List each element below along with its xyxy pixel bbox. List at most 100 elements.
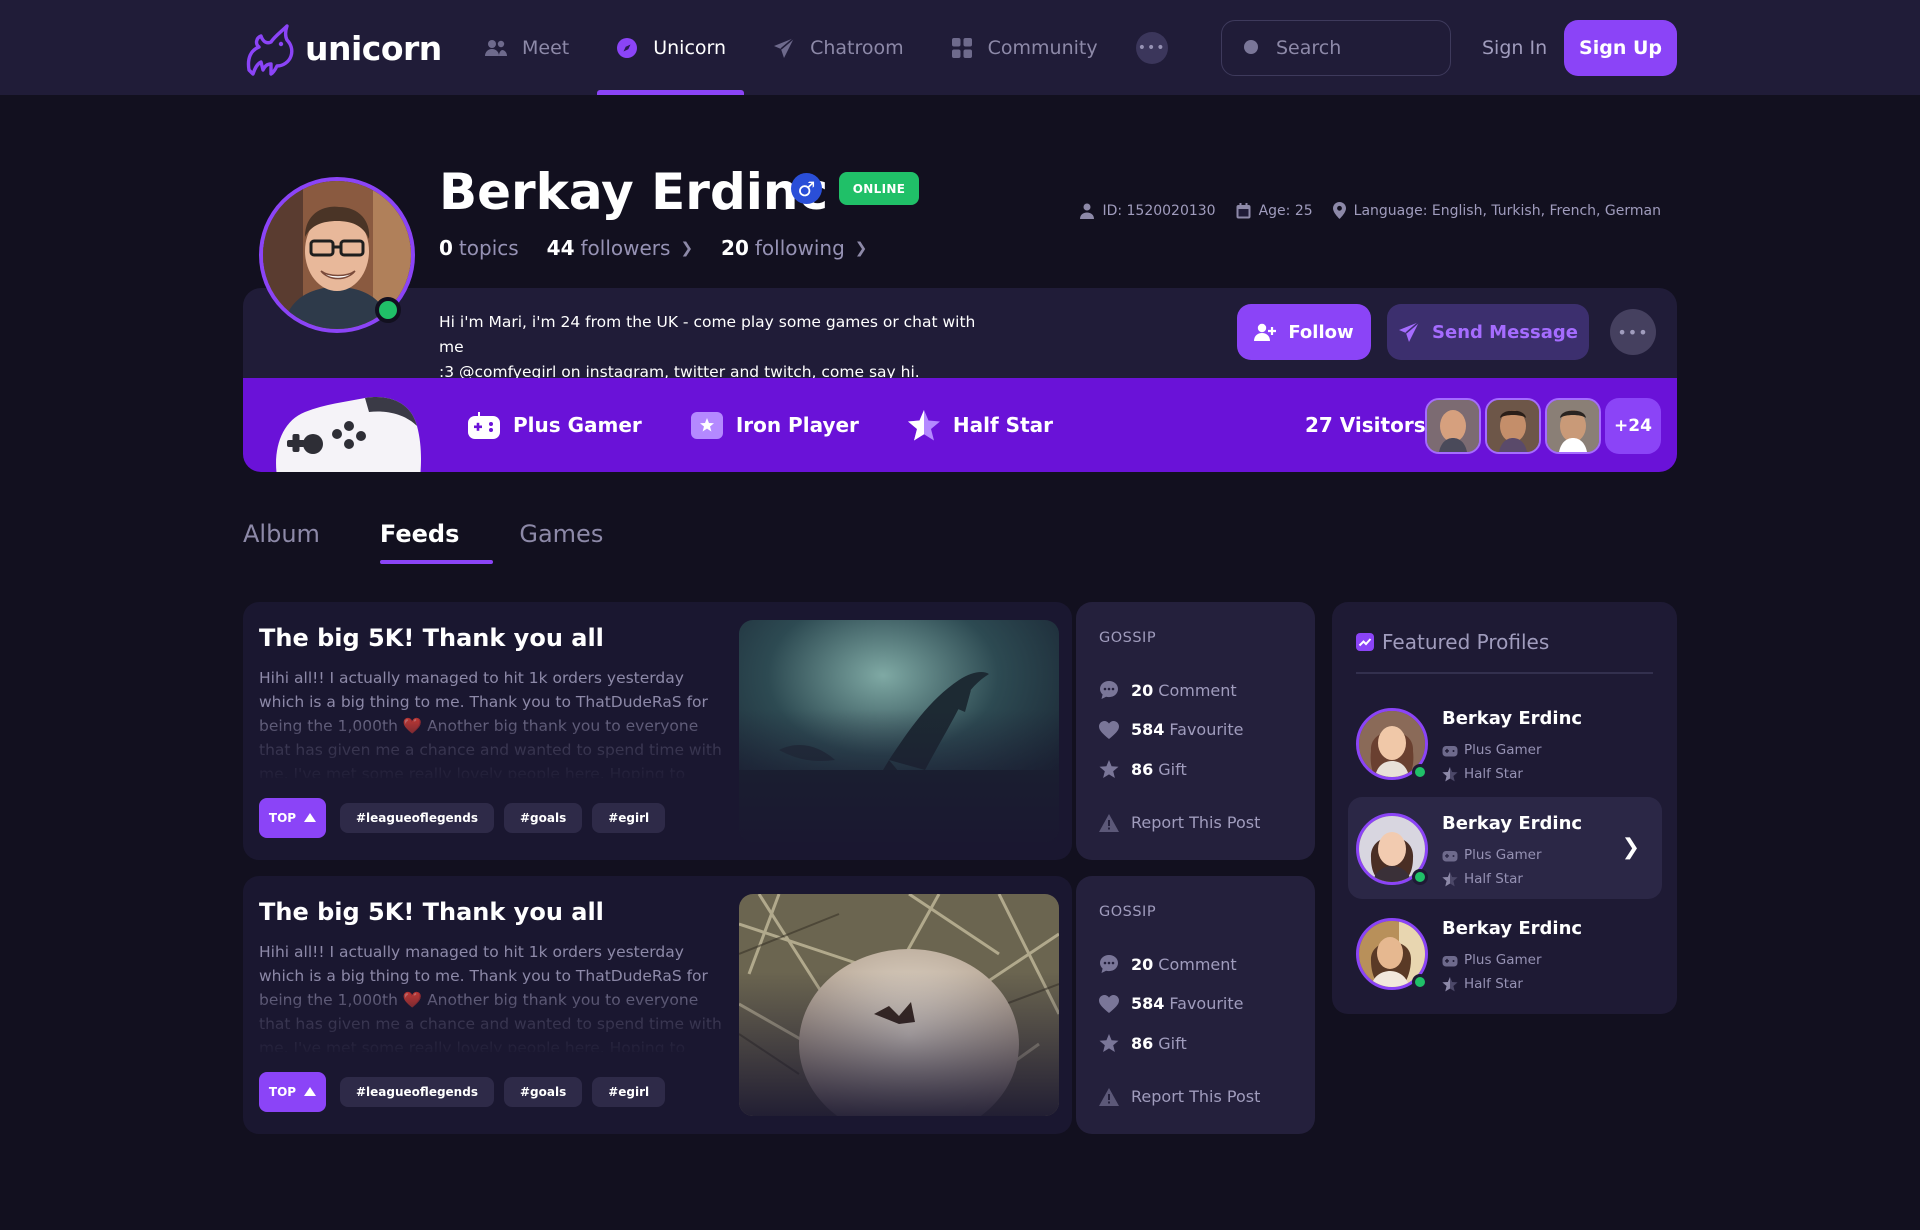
following-stat[interactable]: 20 following ❯ (721, 236, 867, 260)
top-tag-label: TOP (268, 1085, 297, 1099)
unicorn-logo[interactable]: unicorn (241, 20, 442, 76)
following-count: 20 (721, 236, 749, 260)
featured-profiles-header: Featured Profiles (1356, 630, 1549, 654)
online-status-dot (1412, 764, 1428, 780)
topics-count: 0 (439, 236, 453, 260)
nav-item-community[interactable]: Community (950, 0, 1098, 95)
nav-label: Unicorn (653, 36, 727, 59)
featured-badge-line: Half Star (1442, 871, 1523, 887)
more-options-button[interactable]: ••• (1610, 309, 1656, 355)
star-icon (1099, 760, 1119, 779)
profile-name: Berkay Erdinc (439, 163, 829, 221)
send-message-button[interactable]: Send Message (1387, 304, 1589, 360)
follow-button[interactable]: Follow (1237, 304, 1371, 360)
featured-profile-item[interactable]: Berkay Erdinc Plus Gamer Half Star (1348, 692, 1662, 794)
featured-profile-item[interactable]: Berkay Erdinc Plus Gamer Half Star (1348, 902, 1662, 1004)
tab-album[interactable]: Album (243, 520, 320, 562)
featured-divider (1356, 672, 1653, 674)
feed-image-egg[interactable] (739, 894, 1059, 1116)
featured-badge-line: Plus Gamer (1442, 952, 1542, 968)
gamepad-icon (1442, 848, 1458, 862)
sign-in-link[interactable]: Sign In (1482, 20, 1547, 76)
chevron-right-icon: ❯ (1621, 835, 1640, 860)
nav-label: Chatroom (810, 36, 904, 59)
featured-profile-item[interactable]: Berkay Erdinc Plus Gamer Half Star ❯ (1348, 797, 1662, 899)
nav-item-meet[interactable]: Meet (484, 0, 569, 95)
topics-label: topics (458, 236, 519, 260)
featured-badge: Half Star (1464, 766, 1523, 782)
more-nav-button[interactable]: ••• (1135, 31, 1168, 64)
nav-label: Community (987, 36, 1098, 59)
badge-half-star[interactable]: Half Star (907, 409, 1053, 441)
calendar-icon (1236, 202, 1251, 219)
favourites-value: 584 (1131, 720, 1165, 739)
chevron-right-icon: ❯ (680, 239, 694, 257)
followers-stat[interactable]: 44 followers ❯ (547, 236, 693, 260)
top-tag[interactable]: TOP (259, 798, 326, 838)
comment-icon (1099, 954, 1119, 974)
top-tag[interactable]: TOP (259, 1072, 326, 1112)
gamepad-icon (467, 410, 501, 440)
bio-line: Hi i'm Mari, i'm 24 from the UK - come p… (439, 313, 976, 356)
tab-games[interactable]: Games (519, 520, 603, 562)
favourites-count[interactable]: 584 Favourite (1099, 994, 1243, 1013)
feed-excerpt: Hihi all!! I actually managed to hit 1k … (259, 669, 722, 778)
featured-badge-line: Plus Gamer (1442, 742, 1542, 758)
feed-category: GOSSIP (1099, 630, 1157, 646)
hashtag[interactable]: #egirl (592, 1077, 666, 1107)
online-status-badge: ONLINE (839, 172, 919, 205)
user-icon (1080, 203, 1095, 219)
comments-count[interactable]: 20 Comment (1099, 680, 1237, 700)
gifts-count[interactable]: 86 Gift (1099, 1034, 1187, 1053)
hashtag[interactable]: #goals (503, 1077, 583, 1107)
trending-icon (1356, 633, 1374, 651)
hashtag[interactable]: #leagueoflegends (340, 1077, 494, 1107)
sign-up-button[interactable]: Sign Up (1564, 20, 1677, 76)
featured-badge-line: Half Star (1442, 766, 1523, 782)
half-star-icon (907, 409, 941, 441)
nav-item-unicorn[interactable]: Unicorn (597, 0, 744, 95)
feed-card-main[interactable]: The big 5K! Thank you all Hihi all!! I a… (243, 876, 1072, 1134)
badge-plus-gamer[interactable]: Plus Gamer (467, 410, 642, 440)
comments-label: Comment (1158, 954, 1237, 974)
favourites-label: Favourite (1169, 720, 1244, 739)
logo-wordmark: unicorn (305, 28, 442, 68)
featured-badge: Plus Gamer (1464, 847, 1542, 863)
comments-count[interactable]: 20 Comment (1099, 954, 1237, 974)
follow-label: Follow (1288, 321, 1354, 343)
hashtag[interactable]: #egirl (592, 803, 666, 833)
tab-feeds[interactable]: Feeds (379, 520, 495, 564)
profile-language-text: Language: English, Turkish, French, Germ… (1353, 202, 1661, 219)
featured-profiles-panel: Featured Profiles Berkay Erdinc Plus Gam… (1332, 602, 1677, 1014)
visitor-avatar[interactable] (1425, 398, 1481, 454)
feed-tags: TOP #leagueoflegends #goals #egirl (259, 798, 675, 838)
feed-title: The big 5K! Thank you all (259, 624, 604, 652)
visitor-avatar[interactable] (1545, 398, 1601, 454)
heart-icon (1099, 720, 1119, 739)
featured-name: Berkay Erdinc (1442, 813, 1583, 834)
report-post-link[interactable]: Report This Post (1099, 1087, 1260, 1106)
half-star-icon (1442, 766, 1458, 782)
hashtag[interactable]: #goals (503, 803, 583, 833)
search-input[interactable]: Search (1221, 20, 1451, 76)
feed-card: The big 5K! Thank you all Hihi all!! I a… (243, 876, 1315, 1134)
feed-excerpt: Hihi all!! I actually managed to hit 1k … (259, 943, 722, 1052)
followers-label: followers (580, 236, 671, 260)
chevron-right-icon: ❯ (854, 239, 868, 257)
followers-count: 44 (546, 236, 575, 260)
feed-card-main[interactable]: The big 5K! Thank you all Hihi all!! I a… (243, 602, 1072, 860)
featured-badge: Plus Gamer (1464, 952, 1542, 968)
hashtag[interactable]: #leagueoflegends (340, 803, 494, 833)
feed-image-shark[interactable] (739, 620, 1059, 842)
nav-item-chatroom[interactable]: Chatroom (772, 0, 904, 95)
report-post-link[interactable]: Report This Post (1099, 813, 1260, 832)
topics-stat[interactable]: 0 topics (439, 236, 519, 260)
paper-plane-icon (772, 36, 796, 60)
gifts-count[interactable]: 86 Gift (1099, 760, 1187, 779)
visitor-avatar[interactable] (1485, 398, 1541, 454)
favourites-count[interactable]: 584 Favourite (1099, 720, 1243, 739)
gamepad-icon (1442, 743, 1458, 757)
badge-iron-player[interactable]: Iron Player (690, 410, 859, 440)
more-visitors-badge[interactable]: +24 (1605, 398, 1661, 454)
add-user-icon (1254, 323, 1277, 341)
